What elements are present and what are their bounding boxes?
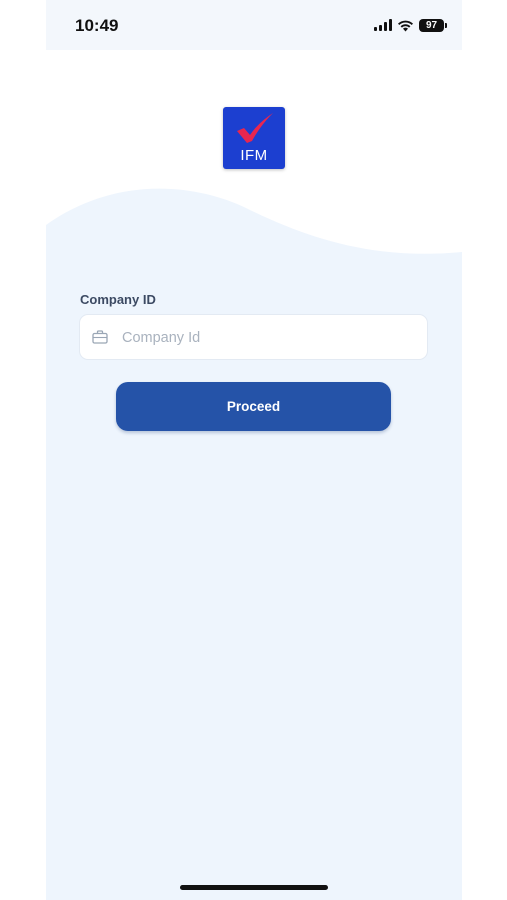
- ifm-logo: IFM: [223, 107, 285, 169]
- app-screen: 10:49 97 IFM Company ID Company Id Proce…: [46, 0, 462, 900]
- battery-icon: 97: [419, 18, 447, 32]
- checkmark-icon: [237, 113, 273, 143]
- status-icons: 97: [374, 17, 447, 33]
- home-indicator[interactable]: [180, 885, 328, 890]
- wifi-icon: [398, 20, 413, 31]
- status-time: 10:49: [75, 16, 119, 35]
- logo-text: IFM: [240, 147, 268, 164]
- proceed-button[interactable]: Proceed: [116, 382, 391, 431]
- status-bar: 10:49 97: [46, 0, 462, 50]
- battery-level: 97: [425, 19, 438, 31]
- cellular-signal-icon: [374, 19, 392, 31]
- company-id-label: Company ID: [80, 292, 156, 307]
- briefcase-icon: [92, 330, 108, 344]
- company-id-field[interactable]: [79, 314, 428, 361]
- company-id-input[interactable]: [120, 315, 414, 361]
